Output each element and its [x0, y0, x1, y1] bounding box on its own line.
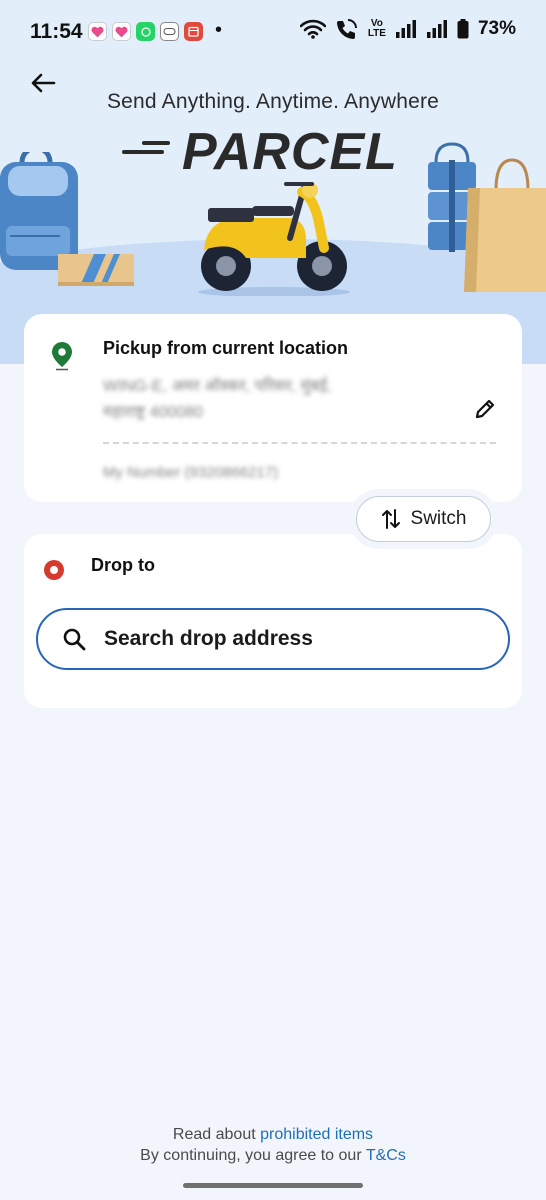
pickup-contact: My Number (9320866217) — [103, 464, 279, 481]
drop-marker-icon — [44, 560, 64, 580]
wifi-icon — [299, 19, 326, 39]
terms-line: By continuing, you agree to our T&Cs — [0, 1145, 546, 1166]
calendar-icon — [184, 22, 203, 41]
drop-address-search-input[interactable]: Search drop address — [36, 608, 510, 670]
home-indicator[interactable] — [183, 1183, 363, 1188]
heart-icon — [112, 22, 131, 41]
volte-indicator: Vo LTE — [367, 18, 386, 39]
terms-prefix: By continuing, you agree to our — [140, 1147, 366, 1164]
drop-title: Drop to — [91, 555, 155, 575]
signal-icon — [395, 20, 416, 38]
prohibited-items-link[interactable]: prohibited items — [260, 1126, 373, 1143]
pencil-icon — [475, 399, 495, 419]
edit-pickup-button[interactable] — [470, 394, 500, 424]
system-icons: Vo LTE 73% — [299, 18, 516, 40]
brand-name: PARCEL — [182, 123, 398, 181]
messages-icon — [160, 22, 179, 41]
pickup-title: Pickup from current location — [103, 338, 349, 358]
prohibited-prefix: Read about — [172, 1126, 261, 1143]
pickup-address-line1: WING-E, अमर ऑस्कर, परिसर, मुंबई, — [103, 378, 332, 395]
box-illustration — [58, 254, 134, 286]
brand-logo: PARCEL — [122, 122, 398, 182]
wifi-calling-icon — [336, 19, 357, 39]
whatsapp-icon — [136, 22, 155, 41]
scooter-illustration — [198, 182, 350, 296]
pickup-divider — [103, 442, 496, 444]
pickup-card: Pickup from current location WING-E, अमर… — [24, 314, 522, 502]
parcel-screen: 11:54 • Vo LTE 73% Send Anything. Anytim… — [0, 0, 546, 1200]
battery-icon — [457, 19, 469, 39]
heart-icon — [88, 22, 107, 41]
tagline: Send Anything. Anytime. Anywhere — [106, 90, 440, 113]
drop-card: Drop to Search drop address — [24, 534, 522, 708]
switch-label: Switch — [410, 508, 467, 529]
prohibited-items-line: Read about prohibited items — [0, 1124, 546, 1145]
shopping-bag-illustration — [464, 158, 546, 292]
footer: Read about prohibited items By continuin… — [0, 1124, 546, 1166]
terms-link[interactable]: T&Cs — [366, 1147, 406, 1164]
location-pin-icon — [52, 342, 72, 371]
speed-lines-icon — [122, 141, 170, 154]
status-time: 11:54 — [30, 20, 83, 43]
pickup-address-line2: महाराष्ट्र 400080 — [103, 404, 204, 421]
status-bar: 11:54 • Vo LTE 73% — [0, 0, 546, 64]
switch-button[interactable]: Switch — [356, 496, 491, 542]
more-notifications-indicator: • — [215, 19, 223, 41]
swap-vertical-icon — [381, 509, 400, 529]
search-icon — [62, 626, 88, 652]
drop-search-placeholder: Search drop address — [104, 627, 313, 650]
signal-icon — [426, 20, 447, 38]
notification-icons — [88, 22, 203, 41]
battery-percent: 73% — [477, 18, 516, 39]
